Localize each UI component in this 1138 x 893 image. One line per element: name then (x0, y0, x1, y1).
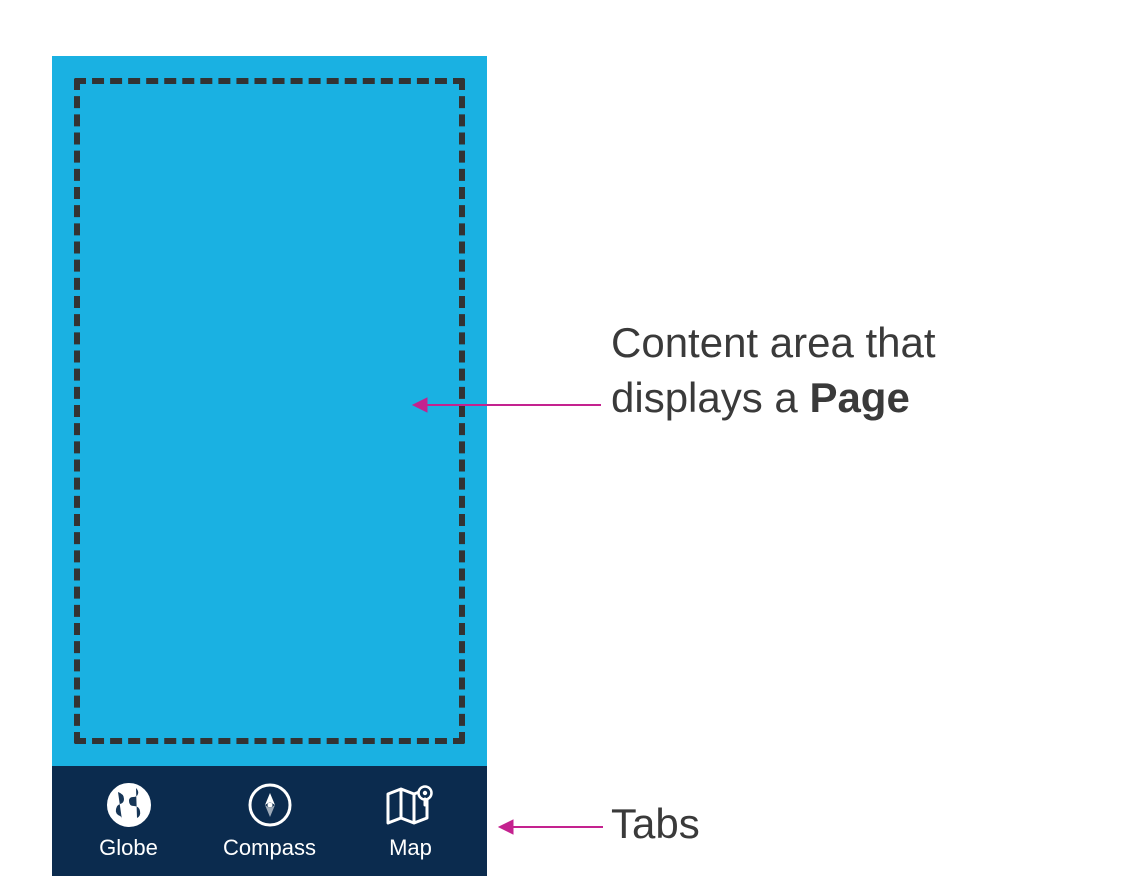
page-placeholder (74, 78, 465, 744)
callout-tabs-label: Tabs (611, 800, 700, 847)
callout-content-area: Content area that displays a Page (611, 316, 936, 425)
map-icon (384, 781, 438, 829)
tab-bar: Globe Compass (52, 766, 487, 876)
callout-tabs: Tabs (611, 800, 700, 848)
tab-label: Globe (99, 835, 158, 861)
tab-globe[interactable]: Globe (58, 781, 199, 861)
phone-frame: Globe Compass (52, 56, 487, 876)
callout-text-line2: displays a Page (611, 371, 936, 426)
callout-text-line1: Content area that (611, 316, 936, 371)
tab-label: Compass (223, 835, 316, 861)
tab-map[interactable]: Map (340, 781, 481, 861)
callout-arrow-tabs (497, 812, 605, 842)
tab-label: Map (389, 835, 432, 861)
tab-compass[interactable]: Compass (199, 781, 340, 861)
callout-arrow-content (411, 390, 603, 420)
compass-icon (247, 781, 293, 829)
globe-icon (106, 781, 152, 829)
